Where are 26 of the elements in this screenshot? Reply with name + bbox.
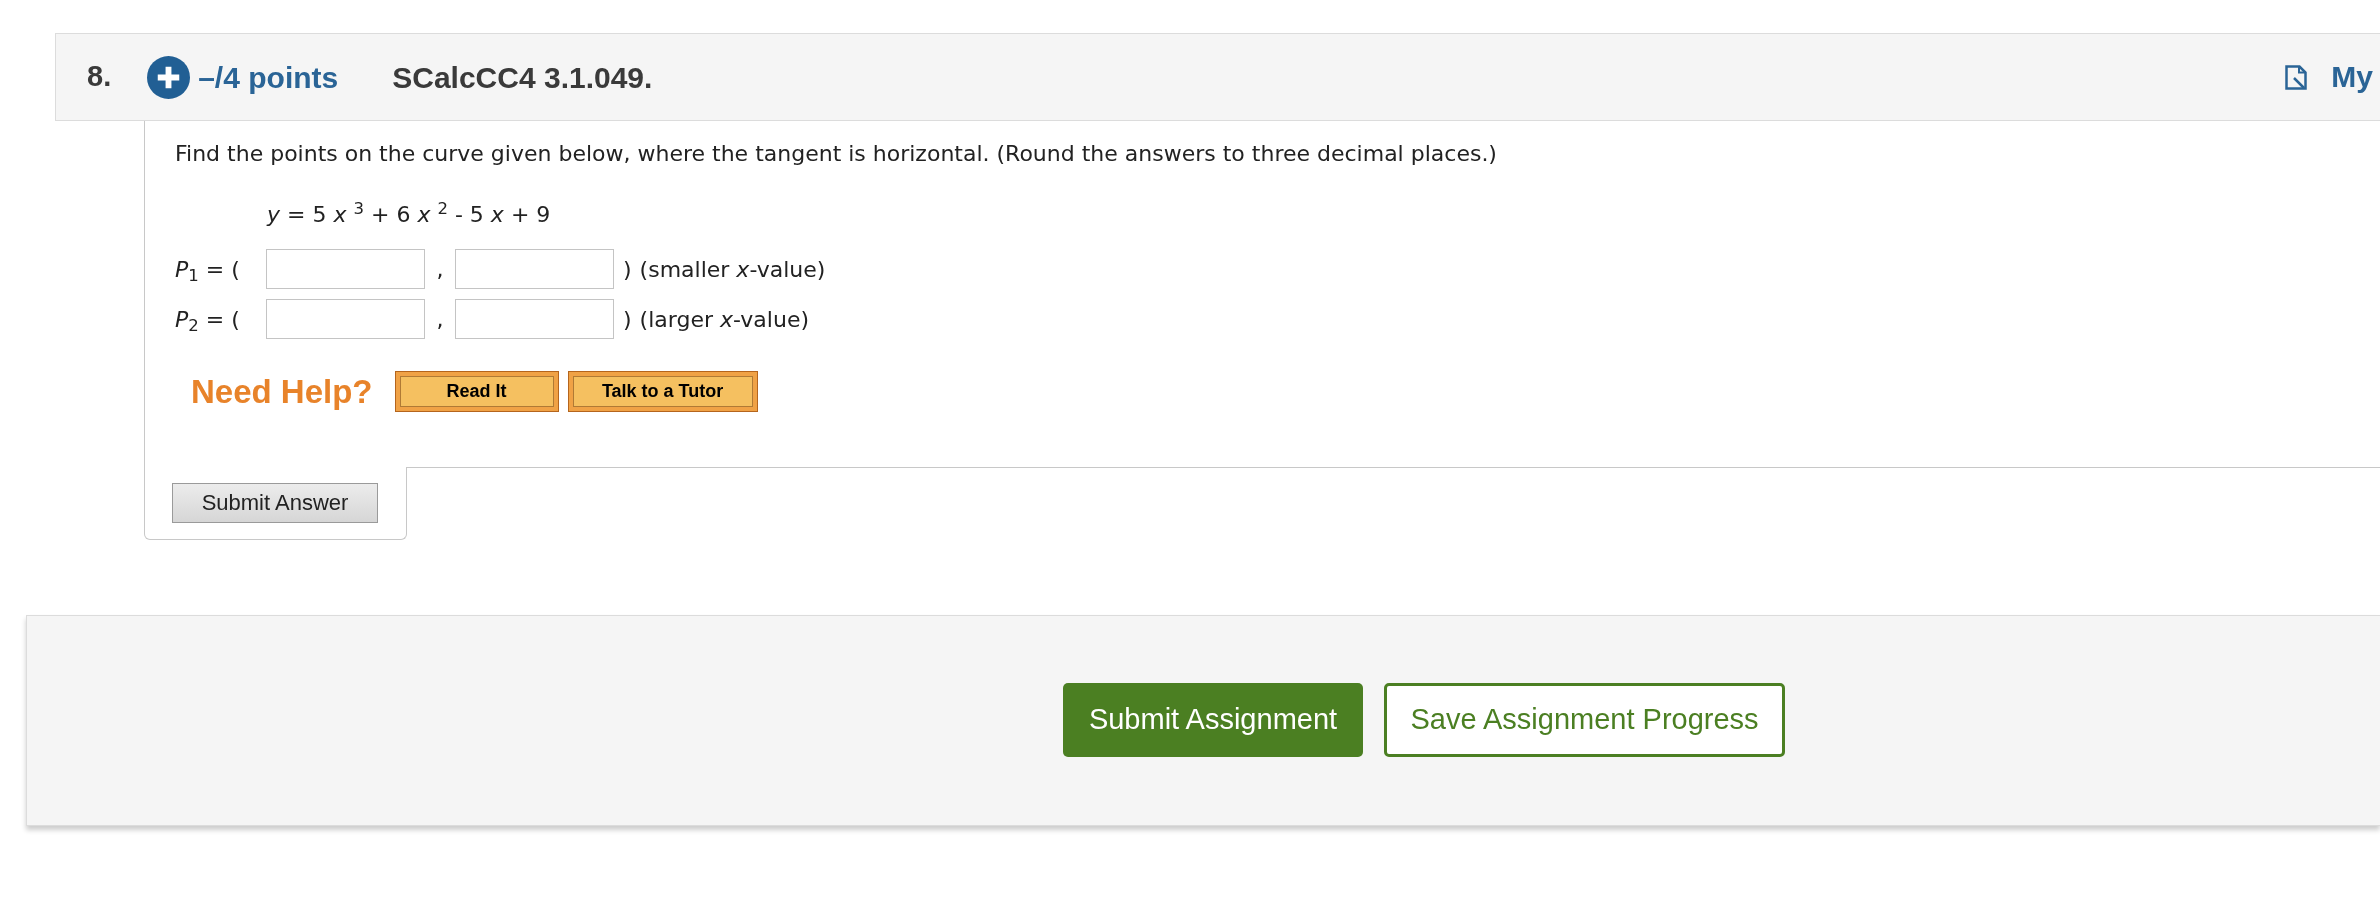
- my-link[interactable]: My: [2331, 62, 2373, 92]
- need-help-label: Need Help?: [191, 372, 373, 412]
- document-icon[interactable]: [2285, 64, 2309, 90]
- point-label: P$_{2}$ = (: [175, 305, 241, 336]
- plus-circle-icon[interactable]: [147, 55, 191, 99]
- equation: y = 5 x $^{3}$ + 6 x $^{2}$ - 5 x + 9: [267, 200, 552, 229]
- comma-separator: ,: [435, 255, 445, 284]
- question-prompt: Find the points on the curve given below, where the tangent is horizontal. (Round the answers to three decimal places.): [175, 140, 1498, 168]
- question-code: SCalcCC4 3.1.049.: [392, 59, 653, 96]
- answer-note: (larger x-value): [639, 305, 810, 334]
- point-label: P$_{1}$ = (: [175, 255, 241, 286]
- read-it-button[interactable]: Read It: [394, 371, 559, 413]
- points-label: –/4 points: [198, 59, 339, 96]
- talk-to-tutor-button[interactable]: Talk to a Tutor: [567, 371, 758, 413]
- answer-note: (smaller x-value): [639, 255, 826, 284]
- answer-field[interactable]: [455, 249, 614, 289]
- submit-assignment-button[interactable]: Submit Assignment: [1063, 683, 1363, 757]
- submit-answer-button[interactable]: Submit Answer: [172, 482, 378, 523]
- answer-field[interactable]: [266, 249, 425, 289]
- question-number: 8.: [87, 59, 112, 95]
- closing-parenthesis: ): [623, 255, 632, 284]
- closing-parenthesis: ): [623, 305, 632, 334]
- answer-field[interactable]: [455, 299, 614, 339]
- comma-separator: ,: [435, 305, 445, 334]
- answer-field[interactable]: [266, 299, 425, 339]
- save-progress-button[interactable]: Save Assignment Progress: [1384, 683, 1785, 757]
